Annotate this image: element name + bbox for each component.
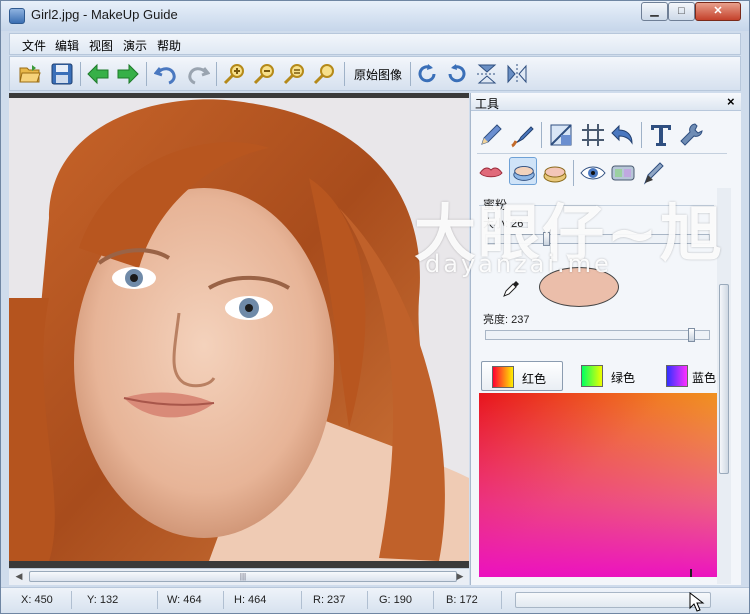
back-arrow-icon[interactable] <box>86 62 110 86</box>
maximize-button[interactable]: □ <box>668 2 695 21</box>
gradient-marker <box>690 569 692 577</box>
image-canvas[interactable] <box>9 93 469 568</box>
rotate-left-icon[interactable] <box>445 62 469 86</box>
horizontal-scrollbar[interactable]: ◀ ||| ▶ <box>9 568 469 585</box>
watermark-url: dayanzai.me <box>425 250 612 278</box>
menu-file[interactable]: 文件 <box>22 37 46 54</box>
zoom-fit-icon[interactable] <box>282 62 306 86</box>
flip-vertical-icon[interactable] <box>475 62 499 86</box>
brightness-slider-thumb[interactable] <box>688 328 695 342</box>
status-x: X: 450 <box>21 594 53 606</box>
menu-bar: 文件 编辑 视图 演示 帮助 <box>9 33 741 55</box>
brightness-label: 亮度: 237 <box>483 314 530 326</box>
progress-bar <box>515 592 711 608</box>
title-bar[interactable]: Girl2.jpg - MakeUp Guide ▁ □ ✕ <box>1 1 749 31</box>
tools-panel: 工具 × 蜜粉 大小: 26 亮度: 237 红色 绿色 蓝色 <box>470 93 741 585</box>
status-w: W: 464 <box>167 594 202 606</box>
open-folder-icon[interactable] <box>18 62 42 86</box>
minimize-button[interactable]: ▁ <box>641 2 668 21</box>
scroll-left-icon[interactable]: ◀ <box>12 571 26 583</box>
status-b: B: 172 <box>446 594 478 606</box>
eyedropper-icon[interactable] <box>501 279 521 299</box>
forward-arrow-icon[interactable] <box>116 62 140 86</box>
menu-help[interactable]: 帮助 <box>157 37 181 54</box>
menu-demo[interactable]: 演示 <box>123 37 147 54</box>
powder-icon <box>513 165 535 181</box>
save-icon[interactable] <box>50 62 74 86</box>
panel-header: 工具 × <box>471 93 741 111</box>
red-gradient-icon <box>492 366 514 388</box>
blue-gradient-icon <box>666 365 688 387</box>
zoom-in-icon[interactable] <box>222 62 246 86</box>
grid-icon[interactable] <box>579 121 607 149</box>
status-h: H: 464 <box>234 594 267 606</box>
face-photo <box>9 98 469 561</box>
app-window: Girl2.jpg - MakeUp Guide ▁ □ ✕ 文件 编辑 视图 … <box>0 0 750 614</box>
tab-red-label: 红色 <box>522 372 547 386</box>
menu-edit[interactable]: 编辑 <box>55 37 79 54</box>
status-r: R: 237 <box>313 594 346 606</box>
tab-green-label: 绿色 <box>611 371 636 385</box>
pencil-icon[interactable] <box>477 121 505 149</box>
tab-green[interactable]: 绿色 <box>571 361 651 391</box>
original-image-button[interactable]: 原始图像 <box>354 66 402 83</box>
panel-close-icon[interactable]: × <box>727 94 735 109</box>
green-gradient-icon <box>581 365 603 387</box>
brush-icon[interactable] <box>509 121 537 149</box>
color-gradient-picker[interactable] <box>479 393 717 577</box>
zoom-actual-icon[interactable] <box>312 62 336 86</box>
tab-blue-label: 蓝色 <box>692 371 717 385</box>
redo-icon[interactable] <box>186 62 210 86</box>
undo-icon[interactable] <box>154 62 178 86</box>
horizontal-scroll-thumb[interactable]: ||| <box>29 571 457 582</box>
menu-view[interactable]: 视图 <box>89 37 113 54</box>
panel-title: 工具 <box>475 97 500 111</box>
brightness-slider[interactable] <box>485 328 710 342</box>
crop-icon[interactable] <box>547 121 575 149</box>
status-y: Y: 132 <box>87 594 119 606</box>
flip-horizontal-icon[interactable] <box>505 62 529 86</box>
status-bar: X: 450 Y: 132 W: 464 H: 464 R: 237 G: 19… <box>1 587 749 613</box>
text-icon[interactable] <box>647 121 675 149</box>
undo-arrow-icon[interactable] <box>609 121 637 149</box>
toolbar: 原始图像 <box>9 56 741 91</box>
wrench-icon[interactable] <box>677 121 705 149</box>
tab-red[interactable]: 红色 <box>481 361 563 391</box>
window-title: Girl2.jpg - MakeUp Guide <box>31 7 178 22</box>
scroll-right-icon[interactable]: ▶ <box>453 571 467 583</box>
app-icon <box>9 8 25 24</box>
vertical-scroll-thumb[interactable] <box>719 284 729 474</box>
zoom-out-icon[interactable] <box>252 62 276 86</box>
mouse-cursor-icon <box>689 592 705 612</box>
status-g: G: 190 <box>379 594 413 606</box>
rotate-right-icon[interactable] <box>415 62 439 86</box>
powder-tool-selected[interactable] <box>509 157 537 185</box>
close-button[interactable]: ✕ <box>695 2 741 21</box>
